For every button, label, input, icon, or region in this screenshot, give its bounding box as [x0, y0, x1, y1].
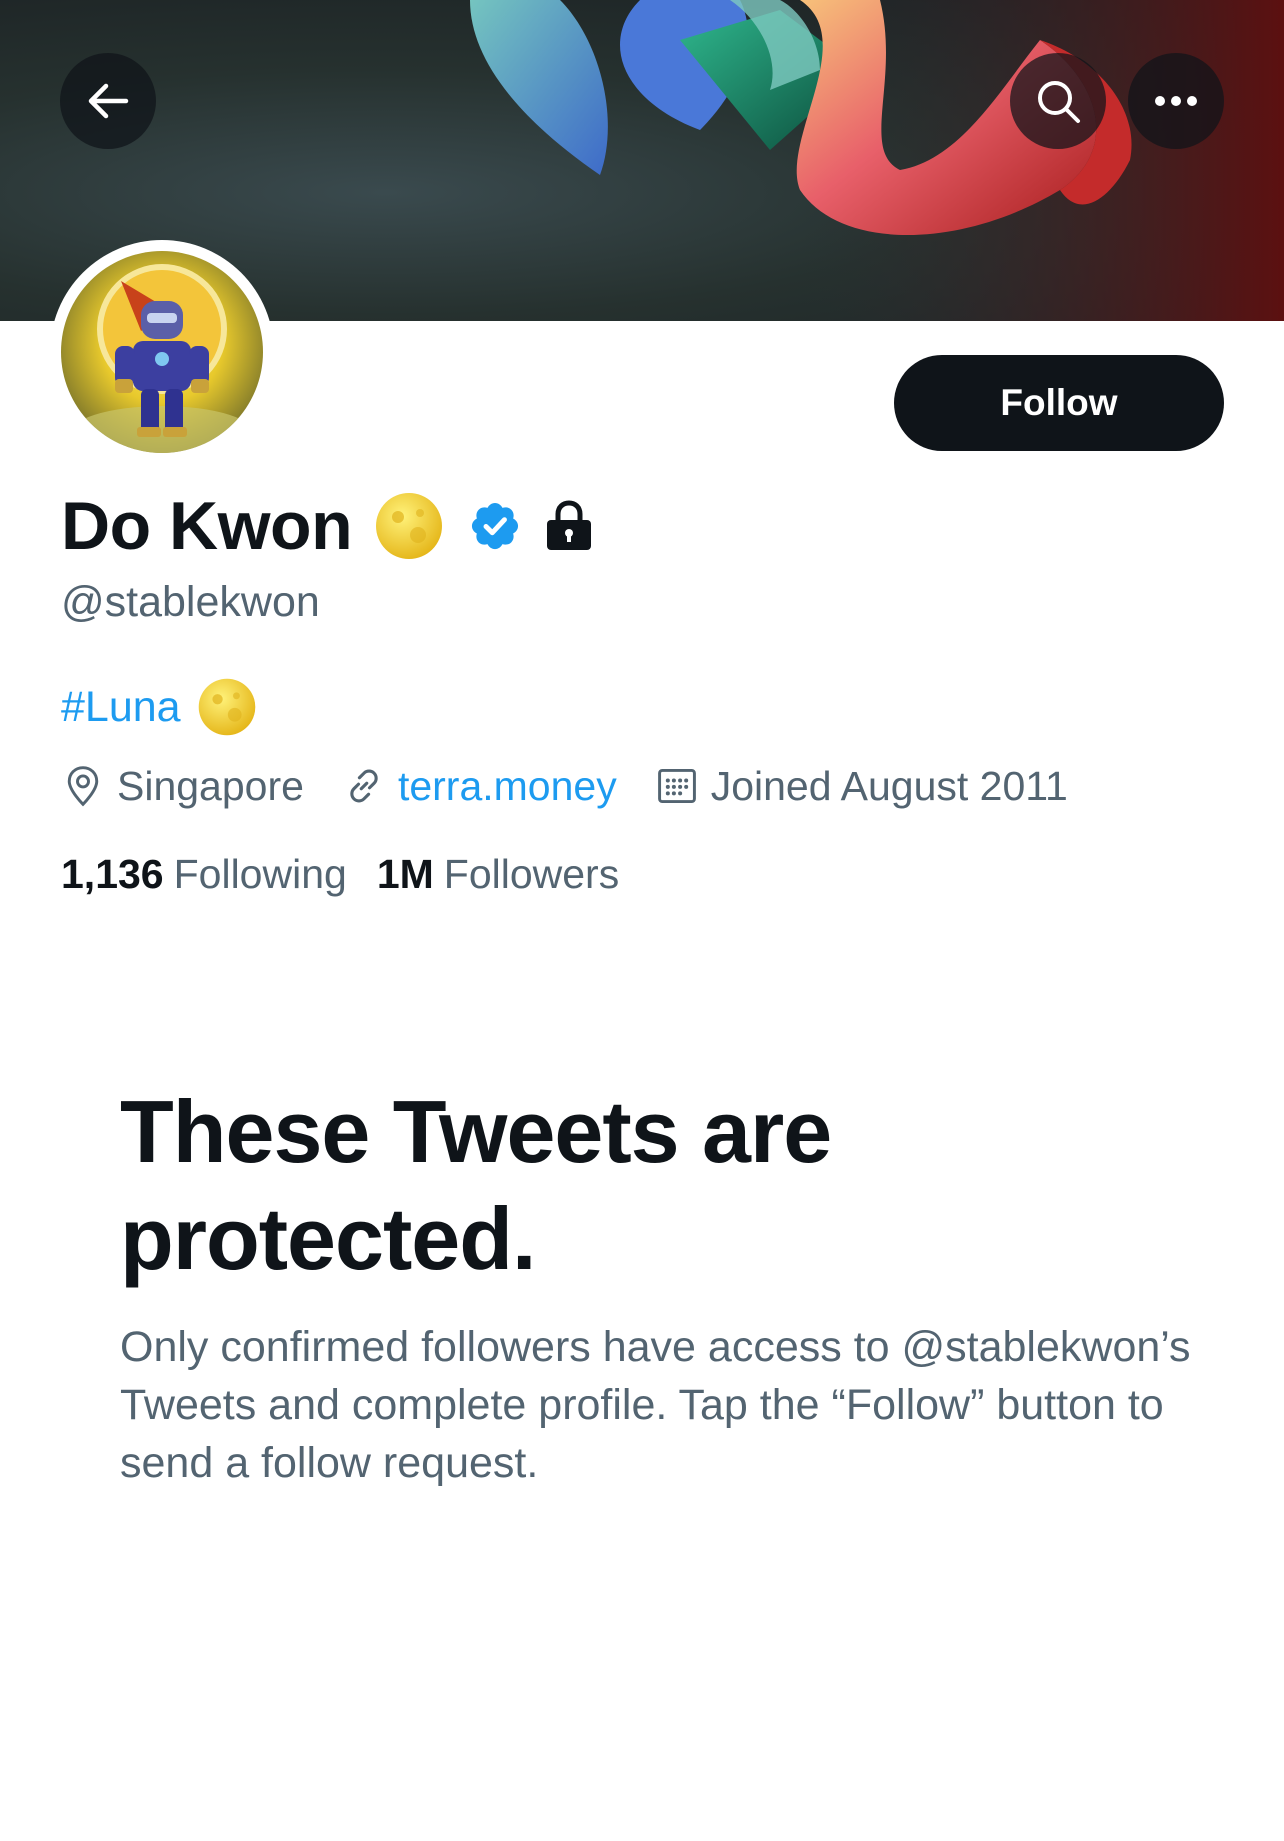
protected-message: Only confirmed followers have access to …	[120, 1323, 1191, 1487]
website-link[interactable]: terra.money	[398, 763, 617, 810]
profile-location: Singapore	[61, 763, 304, 810]
profile-joined: Joined August 2011	[655, 763, 1068, 810]
profile-bio: #Luna	[61, 676, 257, 738]
moon-emoji-icon	[376, 493, 443, 559]
verified-badge-icon	[472, 502, 519, 550]
profile-meta: Singapore terra.money Joined August 2011	[61, 758, 1068, 814]
search-button[interactable]	[1010, 53, 1106, 149]
location-text: Singapore	[117, 762, 304, 809]
profile-website[interactable]: terra.money	[342, 763, 617, 810]
arrow-left-icon	[88, 83, 129, 119]
followers-label: Followers	[443, 850, 620, 897]
display-name: Do Kwon	[61, 488, 353, 564]
profile-stats: 1,136 Following 1M Followers	[61, 848, 619, 900]
bio-hashtag-link[interactable]: #Luna	[61, 683, 181, 732]
follow-button[interactable]: Follow	[894, 355, 1224, 451]
profile-handle: @stablekwon	[61, 578, 320, 626]
joined-date: Joined August 2011	[710, 762, 1068, 809]
followers-stat[interactable]: 1M Followers	[377, 851, 619, 898]
following-label: Following	[173, 850, 347, 897]
more-horizontal-icon	[1155, 96, 1197, 106]
following-count: 1,136	[61, 850, 164, 897]
protected-title: These Tweets are protected.	[120, 1082, 832, 1288]
calendar-icon	[657, 768, 696, 804]
more-button[interactable]	[1128, 53, 1224, 149]
lock-icon	[547, 500, 592, 550]
avatar[interactable]	[50, 240, 274, 464]
following-stat[interactable]: 1,136 Following	[61, 851, 347, 898]
link-icon	[350, 769, 378, 803]
moon-emoji-icon	[198, 678, 255, 736]
followers-count: 1M	[376, 850, 434, 897]
back-button[interactable]	[60, 53, 156, 149]
profile-name-row: Do Kwon	[61, 488, 594, 564]
avatar-image	[61, 251, 263, 453]
location-pin-icon	[67, 766, 99, 807]
search-icon	[1038, 81, 1080, 123]
